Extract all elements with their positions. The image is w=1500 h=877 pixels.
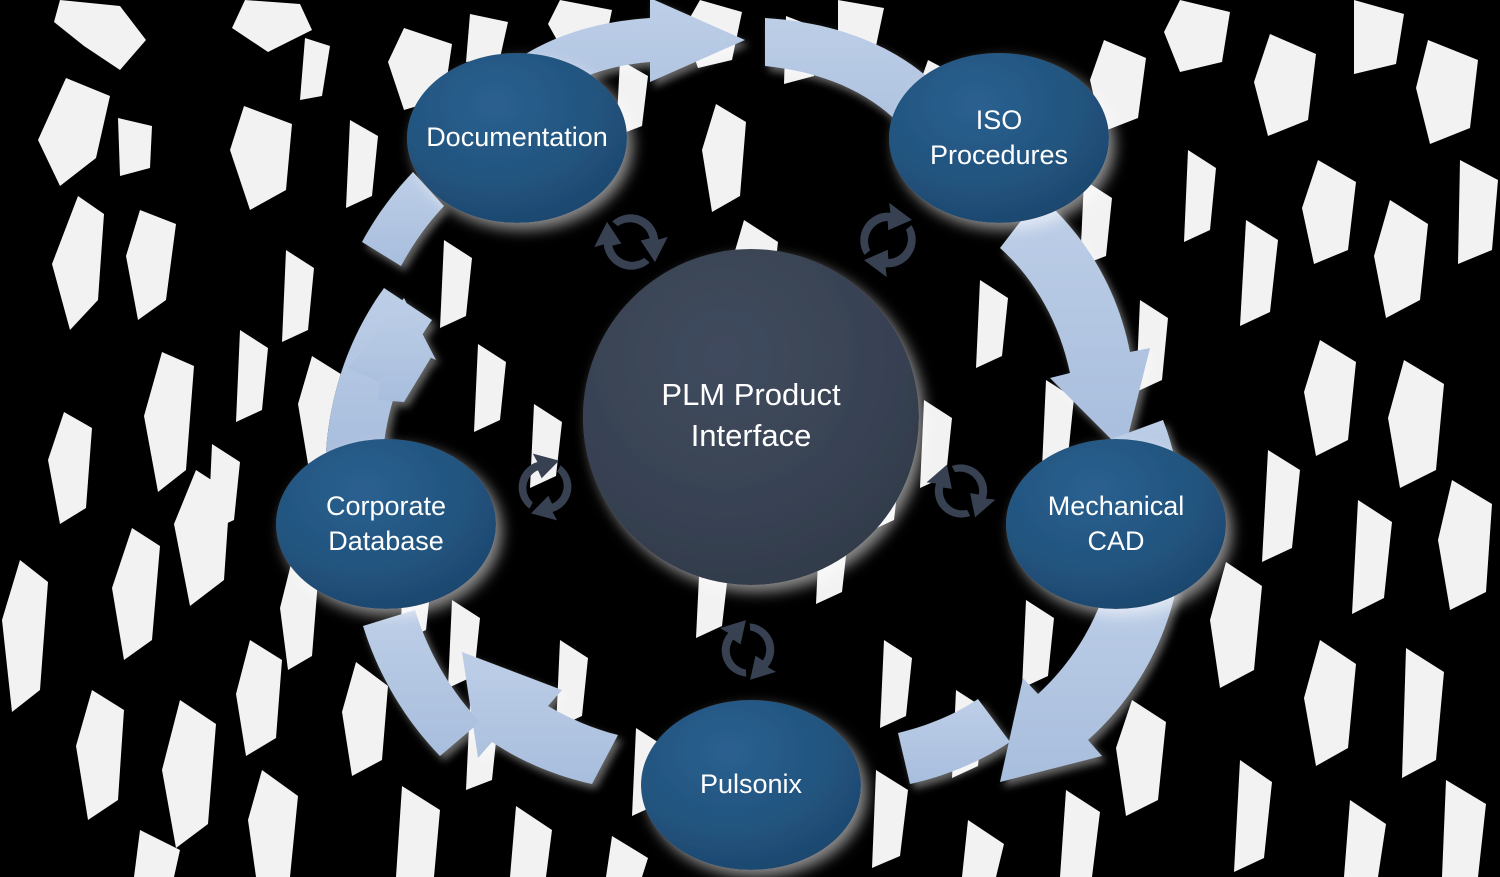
node-iso-procedures-label-line2: Procedures <box>930 140 1068 170</box>
center-node-label-line2: Interface <box>691 418 812 453</box>
sync-icon-documentation-center[interactable] <box>589 200 673 284</box>
node-mechanical-cad[interactable]: Mechanical CAD <box>1006 439 1226 609</box>
arrow-iso-to-mechanical-cad[interactable] <box>1000 196 1150 452</box>
sync-icon-pulsonix-center[interactable] <box>719 618 777 682</box>
sync-icon-iso-center[interactable] <box>846 198 930 282</box>
node-documentation[interactable]: Documentation <box>407 53 627 223</box>
node-iso-procedures-shape[interactable] <box>889 53 1109 223</box>
node-pulsonix-label: Pulsonix <box>700 769 803 799</box>
arrow-pulsonix-approach-right[interactable] <box>898 699 1010 784</box>
arrow-pulsonix-to-corporate-database[interactable] <box>462 652 618 784</box>
node-iso-procedures-label-line1: ISO <box>976 105 1023 135</box>
arrow-corporate-database-exit[interactable] <box>363 610 480 756</box>
sync-icon-mechanical-cad-center[interactable] <box>923 452 999 530</box>
node-documentation-label: Documentation <box>426 122 608 152</box>
node-corporate-database-label-line1: Corporate <box>326 491 446 521</box>
process-cycle-diagram: PLM Product Interface Documentation ISO … <box>276 0 1226 870</box>
node-corporate-database-label-line2: Database <box>328 526 444 556</box>
node-iso-procedures[interactable]: ISO Procedures <box>889 53 1109 223</box>
node-corporate-database[interactable]: Corporate Database <box>276 439 496 609</box>
center-node-circle[interactable] <box>583 249 919 585</box>
diagram-canvas: PLM Product Interface Documentation ISO … <box>0 0 1500 877</box>
node-mechanical-cad-label-line1: Mechanical <box>1048 491 1185 521</box>
node-mechanical-cad-label-line2: CAD <box>1087 526 1144 556</box>
node-corporate-database-shape[interactable] <box>276 439 496 609</box>
sync-icon-corporate-database-center[interactable] <box>507 448 583 526</box>
arrow-corporate-database-to-documentation[interactable] <box>326 288 436 454</box>
center-node-label-line1: PLM Product <box>661 377 841 412</box>
center-node[interactable]: PLM Product Interface <box>583 249 919 585</box>
node-pulsonix[interactable]: Pulsonix <box>641 700 861 870</box>
node-mechanical-cad-shape[interactable] <box>1006 439 1226 609</box>
